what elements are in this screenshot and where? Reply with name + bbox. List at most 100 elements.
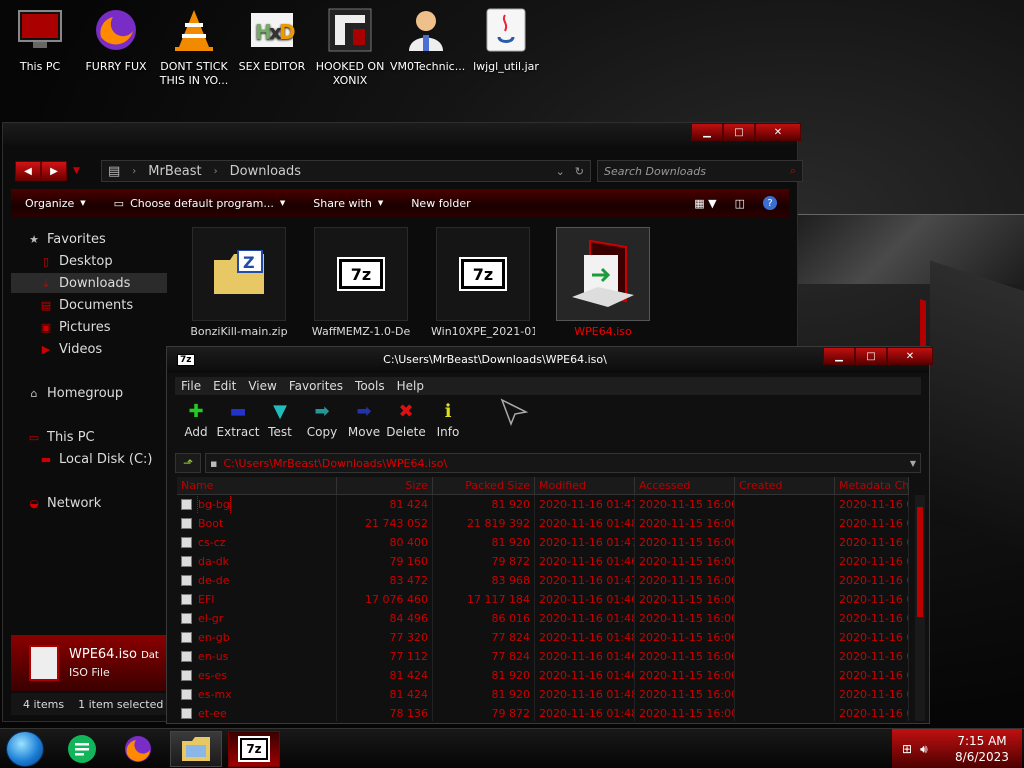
maximize-button[interactable]: □ (723, 123, 755, 141)
file-item-selected[interactable]: WPE64.iso (551, 227, 655, 341)
table-row[interactable]: el-gr 84 496 86 016 2020-11-16 01:48 2020-11… (177, 609, 909, 628)
nav-favorites[interactable]: ★ Favorites (11, 229, 167, 249)
folder-icon: ▤ (108, 163, 121, 179)
refresh-icon[interactable]: ↻ (575, 165, 584, 178)
table-row[interactable]: et-ee 78 136 79 872 2020-11-16 01:48 2020-11… (177, 704, 909, 721)
column-name[interactable]: Name (177, 477, 337, 494)
firefox-icon[interactable] (112, 731, 164, 767)
recent-pages-chevron-icon[interactable]: ▼ (73, 166, 80, 176)
table-row[interactable]: EFI 17 076 460 17 117 184 2020-11-16 01:46 2… (177, 590, 909, 609)
nav-pictures[interactable]: ▣ Pictures (11, 317, 167, 337)
menu-view[interactable]: View (242, 377, 282, 395)
clock[interactable]: 7:15 AM 8/6/2023 (942, 733, 1022, 765)
cell-packed: 81 920 (433, 685, 535, 704)
table-row[interactable]: cs-cz 80 400 81 920 2020-11-16 01:47 2020-11… (177, 533, 909, 552)
chevron-down-icon[interactable]: ⌄ (556, 165, 565, 178)
menu-tools[interactable]: Tools (349, 377, 391, 395)
table-row[interactable]: es-mx 81 424 81 920 2020-11-16 01:48 2020-11… (177, 685, 909, 704)
test-button[interactable]: ▼ Test (259, 401, 301, 447)
nav-desktop[interactable]: ▯ Desktop (11, 251, 167, 271)
status-item-count: 4 items (23, 697, 65, 711)
cell-packed: 17 117 184 (433, 590, 535, 609)
menu-help[interactable]: Help (391, 377, 430, 395)
column-packed-size[interactable]: Packed Size (433, 477, 535, 494)
nav-videos[interactable]: ▶ Videos (11, 339, 167, 359)
network-status-icon[interactable]: ⊞ (902, 742, 912, 757)
nav-local-disk[interactable]: ▬ Local Disk (C:) (11, 449, 167, 469)
nav-this-pc[interactable]: ▭ This PC (11, 427, 167, 447)
table-row[interactable]: en-gb 77 320 77 824 2020-11-16 01:48 2020-11… (177, 628, 909, 647)
file-item[interactable]: 7z WaffMEMZ-1.0-De (309, 227, 413, 341)
menu-edit[interactable]: Edit (207, 377, 242, 395)
notes-app-icon[interactable] (56, 731, 108, 767)
maximize-button[interactable]: □ (855, 347, 887, 365)
volume-icon[interactable]: 🔊︎ (920, 742, 928, 757)
cell-accessed: 2020-11-15 16:00 (635, 590, 735, 609)
7zip-icon[interactable]: 7z (228, 731, 280, 767)
preview-pane-icon[interactable]: ◫ (735, 197, 745, 210)
close-button[interactable]: ✕ (755, 123, 801, 141)
path-input[interactable]: ▪ C:\Users\MrBeast\Downloads\WPE64.iso\ … (205, 453, 921, 473)
extract-button[interactable]: ▬ Extract (217, 401, 260, 447)
nav-downloads[interactable]: ⇣ Downloads (11, 273, 167, 293)
row-name: et-ee (198, 707, 227, 720)
nav-homegroup[interactable]: ⌂ Homegroup (11, 383, 167, 403)
desktop-icon-lwjgl-util[interactable]: lwjgl_util.jar (470, 4, 542, 74)
menu-favorites[interactable]: Favorites (283, 377, 349, 395)
choose-default-program-button[interactable]: ▭ Choose default program... ▼ (100, 197, 300, 210)
column-size[interactable]: Size (337, 477, 433, 494)
breadcrumb-item[interactable]: MrBeast (148, 164, 201, 179)
table-row[interactable]: es-es 81 424 81 920 2020-11-16 01:46 2020-11… (177, 666, 909, 685)
help-icon[interactable]: ? (763, 196, 777, 210)
table-row[interactable]: de-de 83 472 83 968 2020-11-16 01:47 2020-11… (177, 571, 909, 590)
table-row[interactable]: en-us 77 112 77 824 2020-11-16 01:46 2020-11… (177, 647, 909, 666)
table-row[interactable]: bg-bg 81 424 81 920 2020-11-16 01:47 2020-11… (177, 495, 909, 514)
file-explorer-icon[interactable] (170, 731, 222, 767)
copy-button[interactable]: ➡ Copy (301, 401, 343, 447)
column-metadata-changed[interactable]: Metadata Ch (835, 477, 909, 494)
minimize-button[interactable]: ▁ (823, 347, 855, 365)
file-item[interactable]: 7z Win10XPE_2021-01 (431, 227, 535, 341)
delete-button[interactable]: ✖ Delete (385, 401, 427, 447)
breadcrumb-item[interactable]: Downloads (230, 164, 301, 179)
move-button[interactable]: ➡ Move (343, 401, 385, 447)
change-view-icon[interactable]: ▦ ▼ (694, 197, 716, 210)
row-name: de-de (198, 574, 230, 587)
chevron-down-icon[interactable]: ▼ (910, 459, 920, 468)
nav-documents[interactable]: ▤ Documents (11, 295, 167, 315)
desktop-icon-this-pc[interactable]: This PC (4, 4, 76, 74)
close-button[interactable]: ✕ (887, 347, 933, 365)
table-row[interactable]: Boot 21 743 052 21 819 392 2020-11-16 01:48… (177, 514, 909, 533)
desktop-icon-sex-editor[interactable]: HxD SEX EDITOR (236, 4, 308, 74)
desktop-icon-dont-stick[interactable]: DONT STICK THIS IN YO... (158, 4, 230, 88)
desktop-icon-hooked-on-xonix[interactable]: HOOKED ON XONIX (314, 4, 386, 88)
folder-up-button[interactable]: ⬏ (175, 453, 201, 473)
add-button[interactable]: ✚ Add (175, 401, 217, 447)
desktop-icon-vm0technic[interactable]: VM0Technic... (390, 4, 465, 74)
info-button[interactable]: ℹ Info (427, 401, 469, 447)
share-with-button[interactable]: Share with ▼ (299, 197, 397, 210)
column-created[interactable]: Created (735, 477, 835, 494)
menu-file[interactable]: File (175, 377, 207, 395)
organize-button[interactable]: Organize ▼ (11, 197, 100, 210)
vertical-scrollbar[interactable] (915, 495, 925, 721)
info-icon: ℹ (444, 400, 452, 422)
back-button[interactable]: ◀ (15, 161, 41, 181)
forward-button[interactable]: ▶ (41, 161, 67, 181)
breadcrumb[interactable]: ▤ › MrBeast › Downloads ⌄ ↻ (101, 160, 591, 182)
cell-metadata: 2020-11-16 01 (835, 495, 909, 514)
scrollbar-thumb[interactable] (917, 507, 923, 617)
column-accessed[interactable]: Accessed (635, 477, 735, 494)
search-input[interactable]: Search Downloads ⌕ (597, 160, 803, 182)
start-orb-icon[interactable] (6, 731, 44, 767)
column-modified[interactable]: Modified (535, 477, 635, 494)
minimize-button[interactable]: ▁ (691, 123, 723, 141)
cell-modified: 2020-11-16 01:46 (535, 666, 635, 685)
table-row[interactable]: da-dk 79 160 79 872 2020-11-16 01:46 2020-11… (177, 552, 909, 571)
explorer-titlebar[interactable] (3, 123, 797, 145)
nav-network[interactable]: ◒ Network (11, 493, 167, 513)
desktop-icon-furry-fux[interactable]: FURRY FUX (80, 4, 152, 74)
new-folder-button[interactable]: New folder (397, 197, 484, 210)
file-item[interactable]: Z BonziKill-main.zip (187, 227, 291, 341)
cell-accessed: 2020-11-15 16:00 (635, 495, 735, 514)
